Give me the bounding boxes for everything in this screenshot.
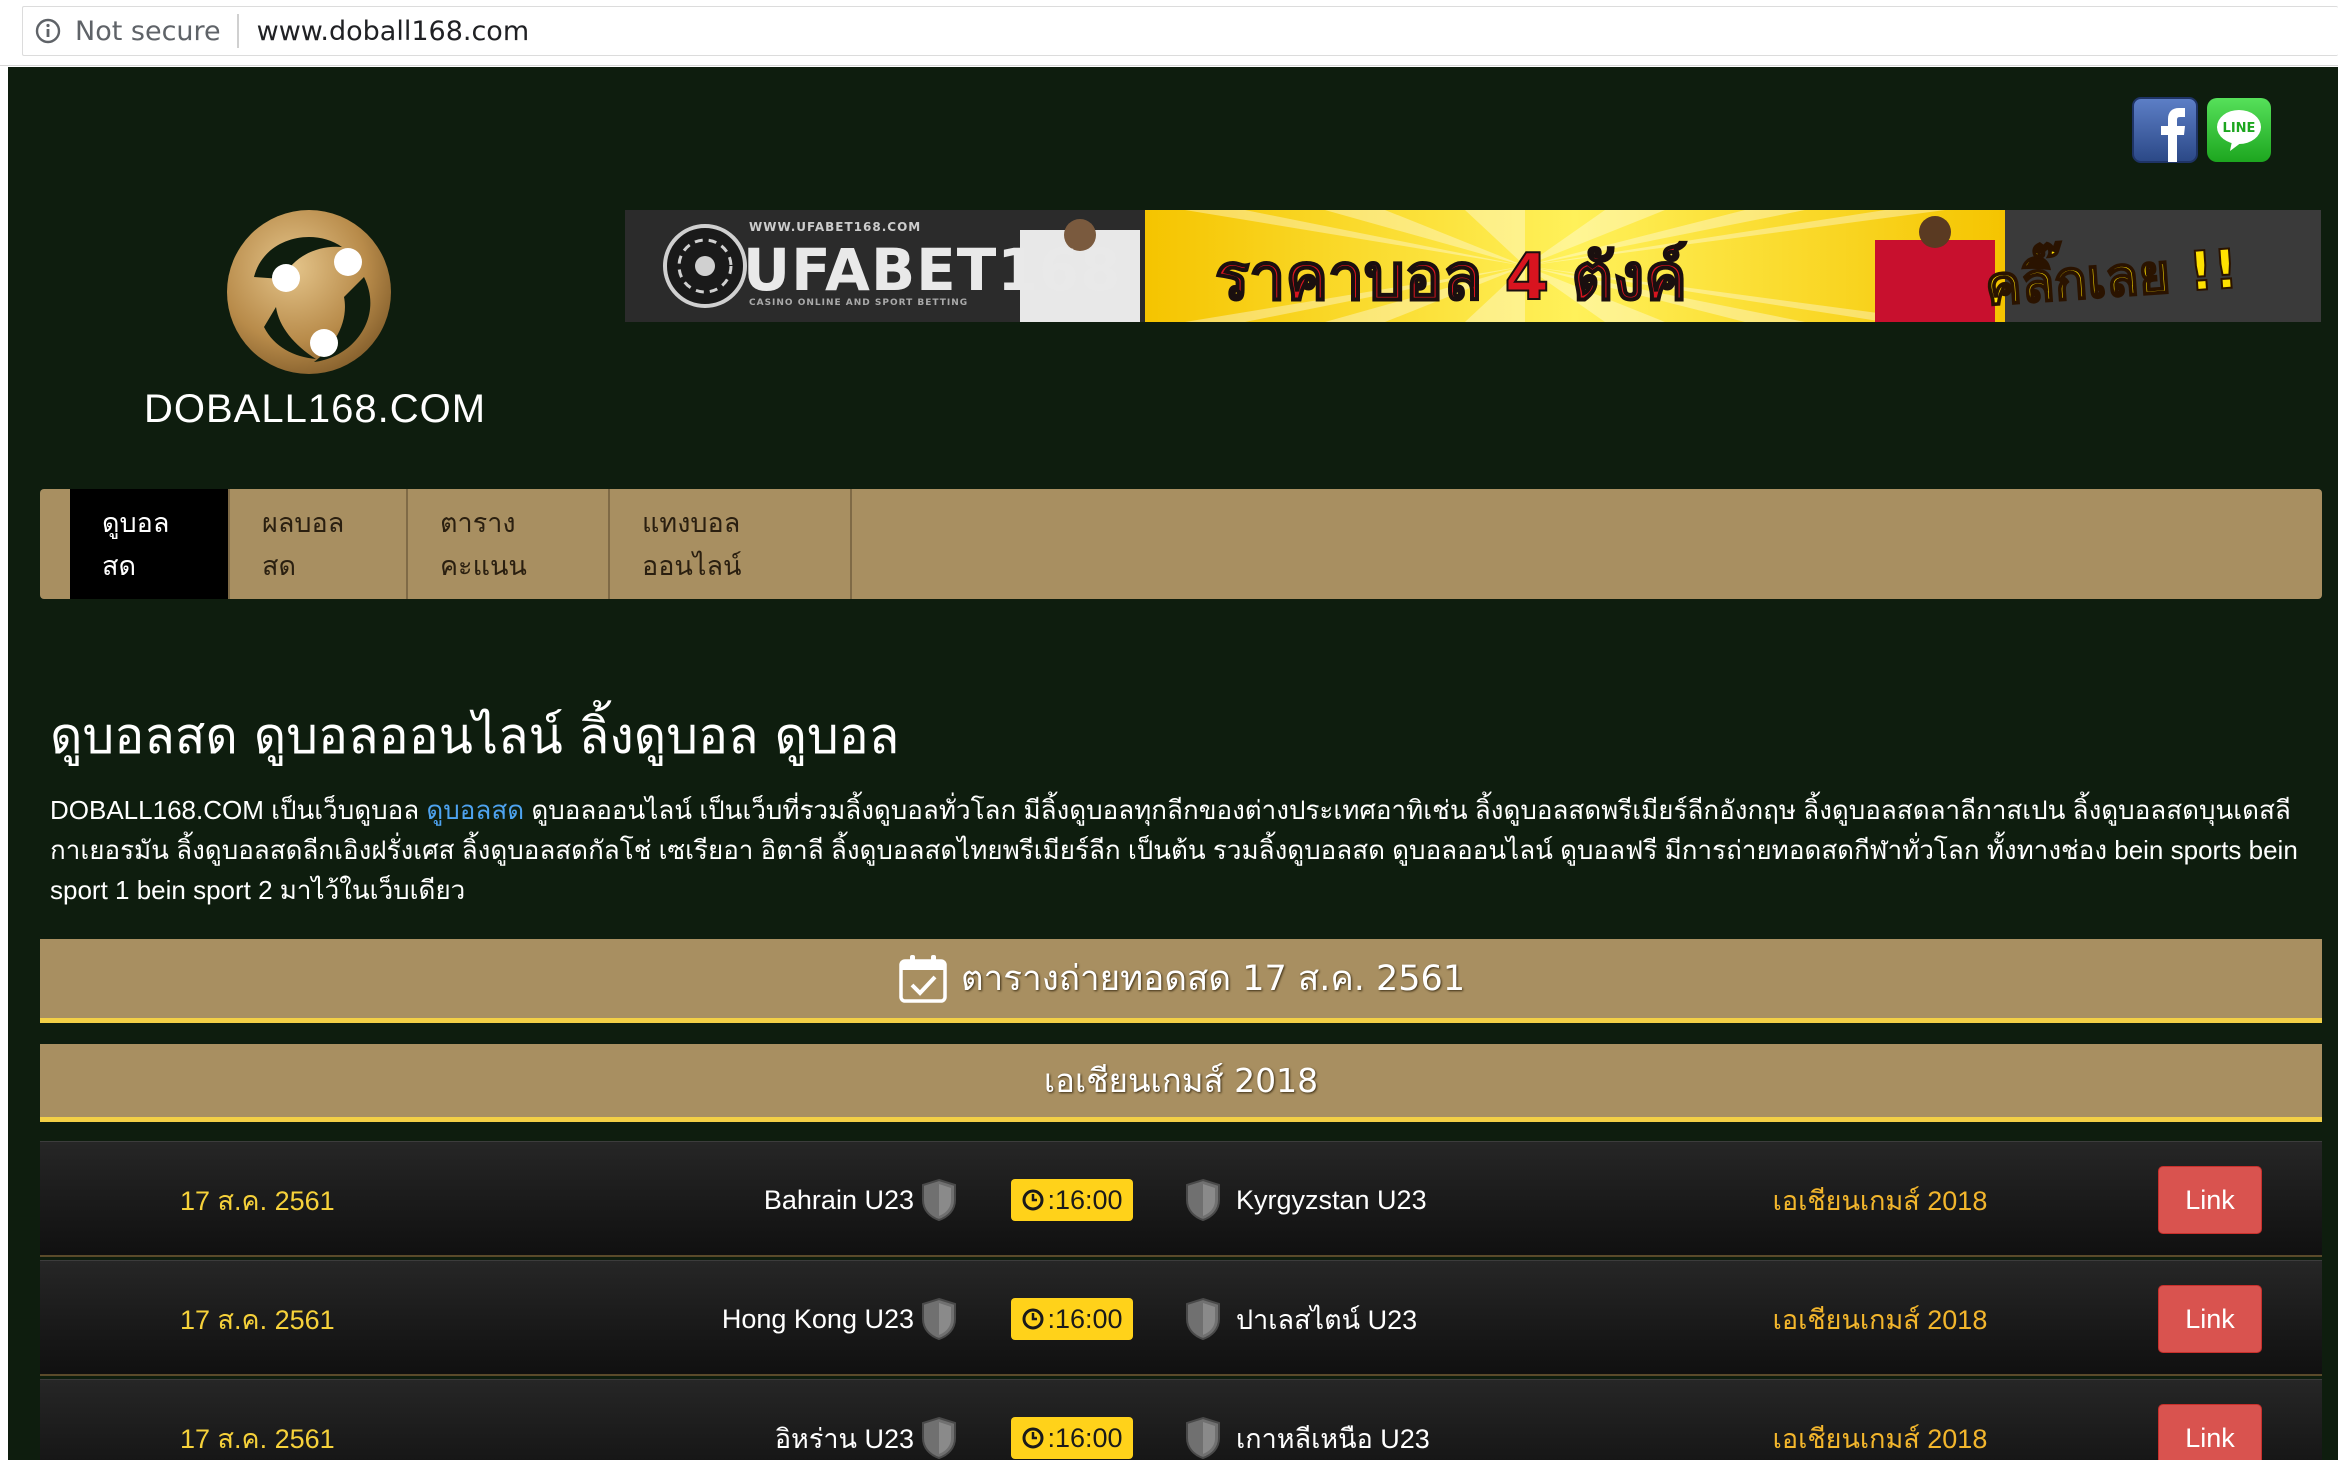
intro-paragraph: DOBALL168.COM เป็นเว็บดูบอล ดูบอลสด ดูบอ… <box>50 790 2320 910</box>
kickoff-time-badge: :16:00 <box>1011 1298 1133 1340</box>
schedule-header: ตารางถ่ายทอดสด 17 ส.ค. 2561 <box>40 939 2322 1023</box>
match-date: 17 ส.ค. 2561 <box>180 1423 335 1454</box>
match-date: 17 ส.ค. 2561 <box>180 1185 335 1216</box>
away-shield-icon <box>1184 1142 1224 1258</box>
schedule-title: ตารางถ่ายทอดสด 17 ส.ค. 2561 <box>960 959 1466 999</box>
home-shield-icon <box>920 1380 960 1460</box>
line-icon[interactable]: LINE <box>2206 97 2272 167</box>
kickoff-time-cell: :16:00 <box>1010 1261 1134 1377</box>
kickoff-time-badge: :16:00 <box>1011 1417 1133 1459</box>
away-shield-icon <box>1184 1380 1224 1460</box>
page-body: LINE DOBALL168.COM WWW.UFABET168.COM UFA… <box>8 67 2338 1460</box>
home-shield-icon <box>920 1142 960 1258</box>
banner-headline: ราคาบอล 4 ตังค์ <box>1214 240 1688 316</box>
match-date: 17 ส.ค. 2561 <box>180 1304 335 1335</box>
security-status[interactable]: Not secure <box>75 16 221 47</box>
clock-icon <box>1022 1308 1044 1330</box>
match-league: เอเชียนเกมส์ 2018 <box>1772 1185 1988 1216</box>
match-row: 17 ส.ค. 2561 Hong Kong U23 :16:00 ปาเลสไ… <box>40 1260 2322 1376</box>
main-navigation: ดูบอลสด ผลบอลสด ตารางคะแนน แทงบอลออนไลน์ <box>40 489 2322 599</box>
nav-item-online-betting[interactable]: แทงบอลออนไลน์ <box>610 489 852 599</box>
match-league: เอเชียนเกมส์ 2018 <box>1772 1423 1988 1454</box>
kickoff-time-cell: :16:00 <box>1010 1142 1134 1258</box>
away-team: ปาเลสไตน์ U23 <box>1236 1304 1418 1335</box>
banner-cta[interactable]: คลิ๊กเลย !! <box>1982 225 2241 322</box>
nav-item-live-scores[interactable]: ผลบอลสด <box>230 489 408 599</box>
away-team: เกาหลีเหนือ U23 <box>1236 1423 1430 1454</box>
league-title: เอเชียนเกมส์ 2018 <box>1043 1061 1319 1100</box>
match-league: เอเชียนเกมส์ 2018 <box>1772 1304 1988 1335</box>
banner-tagline: CASINO ONLINE AND SPORT BETTING <box>749 298 969 308</box>
watch-link-button[interactable]: Link <box>2158 1404 2262 1460</box>
logo-text: DOBALL168.COM <box>144 387 487 431</box>
home-team: Hong Kong U23 <box>721 1303 914 1334</box>
banner-brand: UFABET168 <box>743 236 1122 304</box>
home-team: อิหร่าน U23 <box>774 1423 914 1454</box>
watch-link-button[interactable]: Link <box>2158 1166 2262 1234</box>
clock-icon <box>1022 1427 1044 1449</box>
intro-text-start: DOBALL168.COM เป็นเว็บดูบอล <box>50 795 427 825</box>
nav-item-live-football[interactable]: ดูบอลสด <box>70 489 230 599</box>
kickoff-time-badge: :16:00 <box>1011 1179 1133 1221</box>
facebook-icon[interactable] <box>2132 97 2198 167</box>
match-row: 17 ส.ค. 2561 Bahrain U23 :16:00 Kyrgyzst… <box>40 1141 2322 1257</box>
watch-link-button[interactable]: Link <box>2158 1285 2262 1353</box>
kickoff-time: :16:00 <box>1047 1184 1123 1215</box>
browser-address-bar: Not secure www.doball168.com <box>0 0 2338 66</box>
kickoff-time: :16:00 <box>1047 1422 1123 1453</box>
intro-link-live-football[interactable]: ดูบอลสด <box>426 795 524 825</box>
nav-item-standings[interactable]: ตารางคะแนน <box>408 489 610 599</box>
omnibox[interactable]: Not secure www.doball168.com <box>22 6 2338 56</box>
site-logo[interactable]: DOBALL168.COM <box>144 207 487 487</box>
clock-icon <box>1022 1189 1044 1211</box>
kickoff-time: :16:00 <box>1047 1303 1123 1334</box>
link-cell: Link <box>2158 1261 2262 1377</box>
link-cell: Link <box>2158 1380 2262 1460</box>
league-header: เอเชียนเกมส์ 2018 <box>40 1044 2322 1122</box>
url-text[interactable]: www.doball168.com <box>257 16 529 47</box>
calendar-check-icon <box>899 954 947 1003</box>
link-cell: Link <box>2158 1142 2262 1258</box>
ufabet-banner[interactable]: WWW.UFABET168.COM UFABET168 CASINO ONLIN… <box>625 210 2321 322</box>
banner-url: WWW.UFABET168.COM <box>749 220 922 234</box>
kickoff-time-cell: :16:00 <box>1010 1380 1134 1460</box>
home-shield-icon <box>920 1261 960 1377</box>
match-row: 17 ส.ค. 2561 อิหร่าน U23 :16:00 เกาหลีเห… <box>40 1379 2322 1460</box>
logo-mark-icon <box>227 210 391 374</box>
line-label: LINE <box>2223 121 2256 136</box>
info-icon[interactable] <box>35 18 61 44</box>
page-title: ดูบอลสด ดูบอลออนไลน์ ลิ้งดูบอล ดูบอล <box>50 707 900 765</box>
address-divider <box>236 14 239 48</box>
away-team: Kyrgyzstan U23 <box>1236 1184 1427 1215</box>
home-team: Bahrain U23 <box>763 1184 914 1215</box>
away-shield-icon <box>1184 1261 1224 1377</box>
